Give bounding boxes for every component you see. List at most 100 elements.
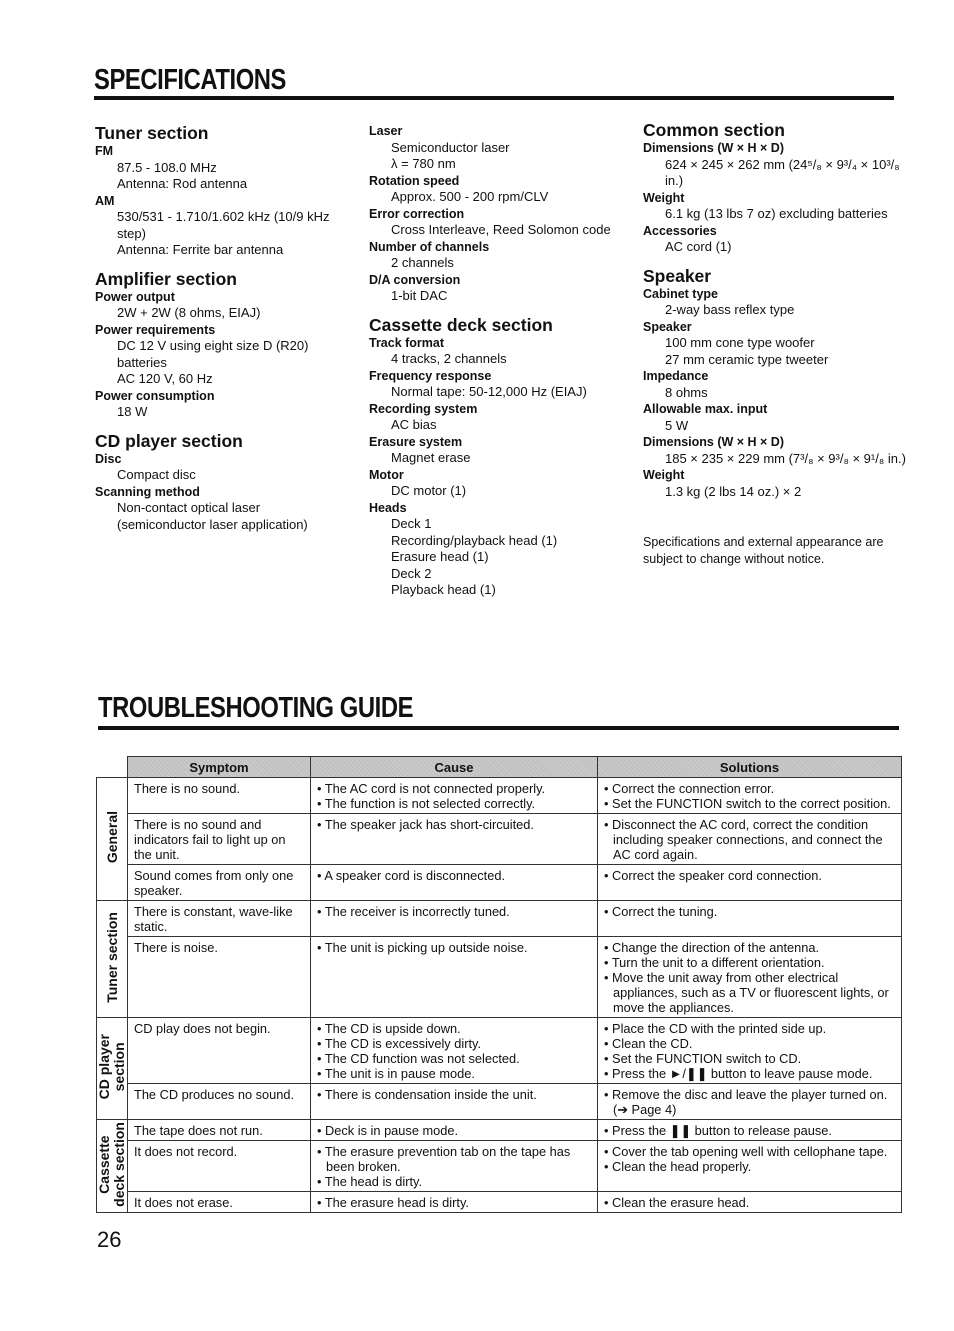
spec-label: Weight: [643, 468, 685, 482]
solution-item: Change the direction of the antenna.: [604, 940, 897, 955]
cause-item: There is condensation inside the unit.: [317, 1087, 593, 1102]
section-heading: Tuner section: [95, 123, 209, 143]
spec-value: Antenna: Rod antenna: [117, 176, 248, 191]
table-row: It does not erase. The erasure head is di…: [97, 1191, 902, 1213]
category-label: Tuner section: [103, 912, 120, 1003]
spec-value: DC 12 V using eight size D (R20) batteri…: [117, 338, 309, 370]
spec-label: Disc: [95, 451, 122, 466]
category-cell: CD player section: [96, 1017, 128, 1120]
category-cell: Tuner section: [96, 900, 128, 1018]
solution-item: Clean the erasure head.: [604, 1195, 897, 1210]
category-label: General: [103, 811, 120, 864]
section-heading: Cassette deck section: [369, 314, 553, 335]
table-header-row: Symptom Cause Solutions: [96, 756, 902, 778]
troubleshooting-table: Symptom Cause Solutions General There is …: [96, 756, 902, 1213]
tuner-section: Tuner section FM 87.5 - 108.0 MHz Antenna: …: [95, 123, 355, 259]
cause-item: A speaker cord is disconnected.: [317, 868, 593, 883]
cause-item: The unit is picking up outside noise.: [317, 940, 593, 955]
cause-cell: The unit is picking up outside noise.: [310, 936, 598, 1018]
spec-label: Cabinet type: [643, 286, 719, 301]
solution-item: Set the FUNCTION switch to CD.: [604, 1051, 897, 1066]
spec-value: DC motor (1): [391, 483, 467, 498]
troubleshooting-body: GeneralThere is no sound.The AC cord is …: [96, 777, 902, 1213]
table-row: Sound comes from only one speaker. A spe…: [97, 864, 902, 901]
cause-item: The receiver is incorrectly tuned.: [317, 904, 593, 919]
cause-list: The AC cord is not connected properly.Th…: [317, 781, 593, 811]
spec-label: D/A conversion: [369, 272, 461, 287]
cause-item: The speaker jack has short-circuited.: [317, 817, 593, 832]
spec-column-1: Tuner section FM 87.5 - 108.0 MHz Antenna: …: [95, 123, 355, 533]
spec-label: Heads: [369, 500, 407, 515]
specifications-title: SPECIFICATIONS: [94, 64, 287, 96]
spec-value: AC cord (1): [665, 239, 732, 254]
solutions-cell: Cover the tab opening well with cellopha…: [597, 1140, 902, 1192]
spec-label: Dimensions (W × H × D): [643, 141, 784, 155]
page-number: 26: [97, 1227, 122, 1252]
spec-value: Normal tape: 50-12,000 Hz (EIAJ): [391, 384, 587, 399]
category-cell: General: [96, 777, 128, 901]
cause-list: There is condensation inside the unit.: [317, 1087, 593, 1102]
cd-player-section-continued: Laser Semiconductor laser λ = 780 nm Rotati…: [369, 123, 639, 305]
cause-list: The erasure prevention tab on the tape h…: [317, 1144, 593, 1189]
spec-value: Antenna: Ferrite bar antenna: [117, 242, 284, 257]
cause-list: The receiver is incorrectly tuned.: [317, 904, 593, 919]
spec-value: Semiconductor laser: [391, 139, 510, 155]
spec-label: Speaker: [643, 319, 692, 334]
spec-label: Error correction: [369, 206, 465, 221]
solution-item: Correct the connection error.: [604, 781, 897, 796]
cause-list: Deck is in pause mode.: [317, 1123, 593, 1138]
spec-label: Accessories: [643, 223, 717, 238]
symptom-cell: The CD produces no sound.: [127, 1083, 311, 1120]
cause-item: The CD is upside down.: [317, 1021, 593, 1036]
speaker-section: Speaker Cabinet type 2-way bass reflex typ…: [643, 266, 908, 501]
cause-list: The CD is upside down.The CD is excessiv…: [317, 1021, 593, 1081]
header-symptom: Symptom: [127, 756, 311, 778]
symptom-cell: Sound comes from only one speaker.: [127, 864, 311, 901]
spec-value: 185 × 235 × 229 mm (7³/₈ × 9³/₈ × 9¹/₈ i…: [665, 450, 906, 466]
spec-label: Recording system: [369, 401, 478, 416]
spec-value: 8 ohms: [665, 384, 708, 400]
solution-item: Correct the speaker cord connection.: [604, 868, 897, 883]
solution-item: Move the unit away from other electrical…: [604, 970, 897, 1015]
spec-value: 624 × 245 × 262 mm (24⁵/₈ × 9³/₄ × 10³/₈…: [665, 156, 900, 189]
solutions-list: Cover the tab opening well with cellopha…: [604, 1144, 897, 1174]
solution-item: Clean the CD.: [604, 1036, 897, 1051]
solution-item: Turn the unit to a different orientation…: [604, 955, 897, 970]
common-section: Common section Dimensions (W × H × D) 624 …: [643, 120, 908, 256]
spec-value: 6.1 kg (13 lbs 7 oz) excluding batteries: [665, 206, 888, 221]
spec-value: 2-way bass reflex type: [665, 302, 795, 317]
spec-value: 530/531 - 1.710/1.602 kHz (10/9 kHz step…: [117, 209, 330, 241]
cause-cell: A speaker cord is disconnected.: [310, 864, 598, 901]
solutions-cell: Correct the tuning.: [597, 900, 902, 937]
cause-cell: Deck is in pause mode.: [310, 1119, 598, 1141]
symptom-cell: There is noise.: [127, 936, 311, 1018]
cause-list: The erasure head is dirty.: [317, 1195, 593, 1210]
symptom-cell: It does not erase.: [127, 1191, 311, 1213]
solution-item: Press the ❚❚ button to release pause.: [604, 1123, 897, 1138]
header-cause: Cause: [310, 756, 598, 778]
spec-value: 2W + 2W (8 ohms, EIAJ): [117, 305, 261, 320]
spec-value: Deck 1: [391, 516, 432, 531]
solutions-cell: Remove the disc and leave the player tur…: [597, 1083, 902, 1120]
section-heading: Common section: [643, 120, 785, 140]
table-row: Tuner section There is constant, wave-lik…: [96, 900, 902, 1018]
spec-label: AM: [95, 193, 115, 208]
cause-list: The speaker jack has short-circuited.: [317, 817, 593, 832]
solutions-cell: Press the ❚❚ button to release pause.: [597, 1119, 902, 1141]
spec-label: Frequency response: [369, 368, 492, 383]
spec-value: (semiconductor laser application): [117, 516, 308, 532]
spec-value: 18 W: [117, 404, 148, 419]
cause-cell: There is condensation inside the unit.: [310, 1083, 598, 1120]
solutions-list: Place the CD with the printed side up.Cl…: [604, 1021, 897, 1081]
solution-item: Remove the disc and leave the player tur…: [604, 1087, 897, 1117]
spec-value: Cross Interleave, Reed Solomon code: [391, 222, 611, 237]
symptom-cell: There is no sound.: [127, 777, 311, 814]
solution-item: Disconnect the AC cord, correct the cond…: [604, 817, 897, 862]
symptom-cell: There is constant, wave-like static.: [127, 900, 311, 937]
solutions-cell: Correct the connection error.Set the FUN…: [597, 777, 902, 814]
spec-label: Number of channels: [369, 239, 490, 254]
cause-item: The AC cord is not connected properly.: [317, 781, 593, 796]
solutions-list: Press the ❚❚ button to release pause.: [604, 1123, 897, 1138]
spec-value: Magnet erase: [391, 450, 471, 465]
section-heading: Amplifier section: [95, 268, 237, 289]
